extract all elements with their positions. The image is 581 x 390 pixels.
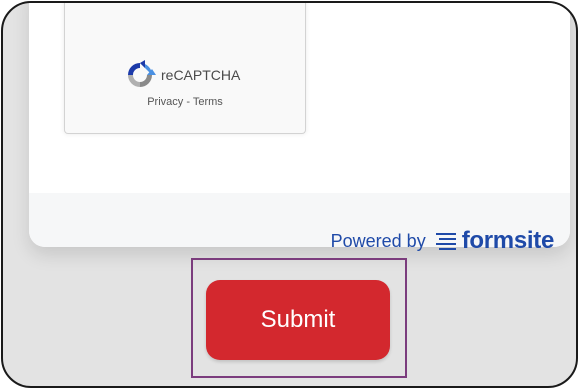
formsite-brand: formsite — [461, 227, 555, 254]
form-card: reCAPTCHA Privacy - Terms — [29, 3, 570, 247]
recaptcha-brand-row: reCAPTCHA — [123, 60, 241, 89]
device-frame: reCAPTCHA Privacy - Terms Powered by for… — [1, 1, 578, 388]
links-separator: - — [183, 96, 193, 108]
powered-by-formsite[interactable]: Powered by formsite — [330, 225, 555, 257]
recaptcha-links: Privacy - Terms — [65, 96, 305, 108]
terms-link[interactable]: Terms — [193, 96, 223, 108]
submit-button[interactable]: Submit — [206, 280, 390, 360]
formsite-lines-icon — [435, 233, 456, 250]
recaptcha-label: reCAPTCHA — [161, 67, 241, 83]
recaptcha-widget[interactable]: reCAPTCHA Privacy - Terms — [64, 3, 306, 134]
powered-by-label: Powered by — [330, 230, 426, 251]
privacy-link[interactable]: Privacy — [147, 96, 183, 108]
recaptcha-logo-icon — [128, 60, 156, 87]
